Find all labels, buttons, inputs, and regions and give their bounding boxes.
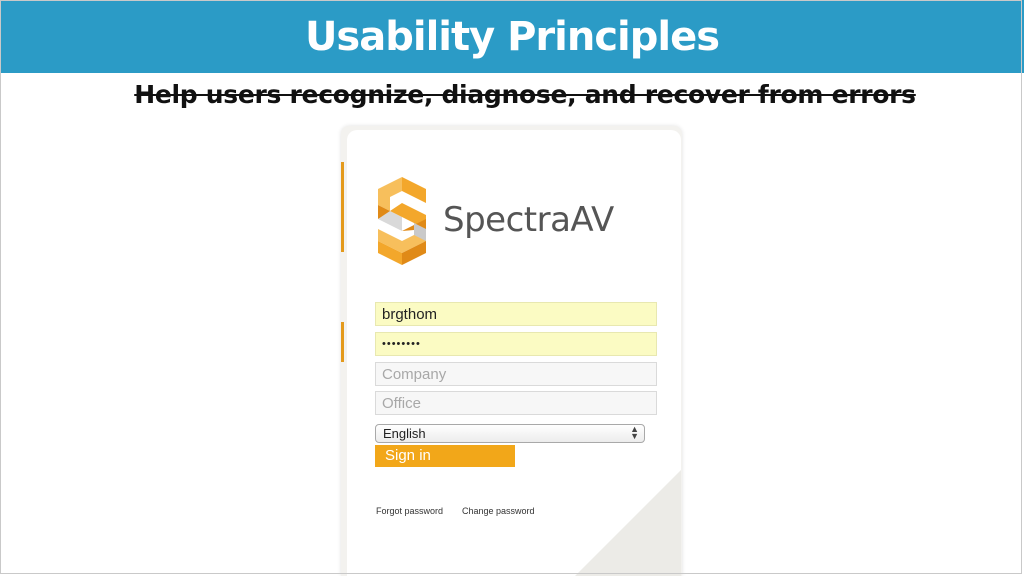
language-selected-value: English: [383, 426, 426, 441]
change-password-link[interactable]: Change password: [462, 506, 535, 516]
company-field[interactable]: Company: [375, 362, 657, 386]
password-field[interactable]: ••••••••: [375, 332, 657, 356]
spectra-s-logo-icon: [378, 177, 426, 265]
office-field[interactable]: Office: [375, 391, 657, 415]
forgot-password-link[interactable]: Forgot password: [376, 506, 443, 516]
slide-subtitle: Help users recognize, diagnose, and reco…: [134, 80, 916, 109]
sign-in-button[interactable]: Sign in: [375, 445, 515, 467]
login-card: SpectraAV brgthom •••••••• Company Offic…: [347, 130, 681, 576]
card-corner-fold: [571, 470, 681, 576]
accent-bar-top: [341, 162, 344, 252]
language-select[interactable]: English ▲ ▼: [375, 424, 645, 443]
brand-name: SpectraAV: [443, 200, 614, 240]
login-screenshot: SpectraAV brgthom •••••••• Company Offic…: [341, 126, 682, 576]
username-field[interactable]: brgthom: [375, 302, 657, 326]
select-arrows-icon: ▲ ▼: [630, 424, 639, 441]
accent-bar-bottom: [341, 322, 344, 362]
slide-title: Usability Principles: [304, 13, 720, 60]
slide-title-bar: Usability Principles: [0, 0, 1024, 73]
